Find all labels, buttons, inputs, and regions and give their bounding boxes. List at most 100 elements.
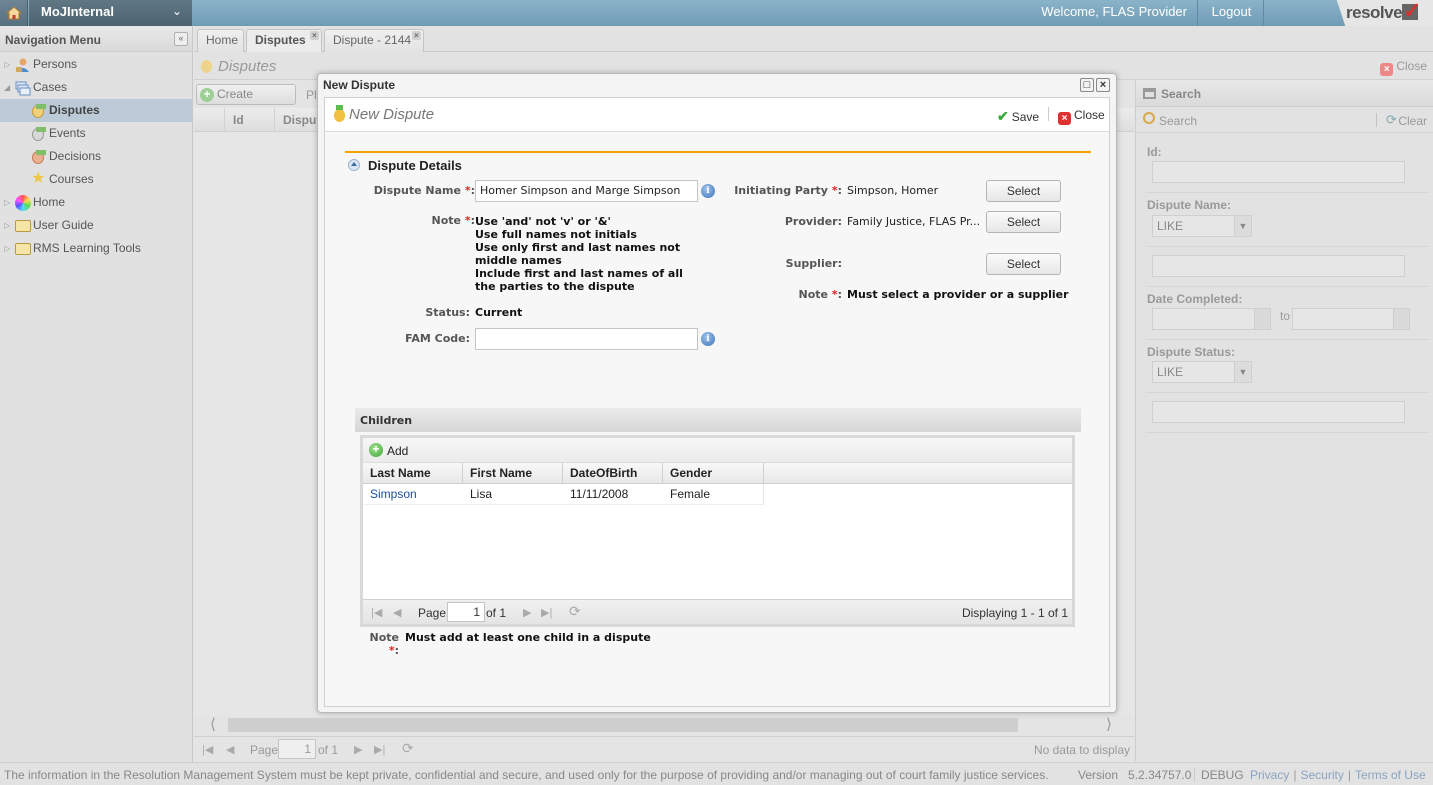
panel-close-button[interactable]: × Close bbox=[1380, 59, 1427, 76]
sidebar-item-cases[interactable]: ◢ Cases bbox=[0, 76, 192, 99]
logout-link[interactable]: Logout bbox=[1200, 0, 1264, 26]
scrollbar-thumb[interactable] bbox=[228, 718, 1018, 732]
expand-arrow-icon[interactable]: ▷ bbox=[4, 191, 14, 214]
first-page-icon[interactable]: |◀ bbox=[371, 606, 382, 619]
required-marker: * bbox=[831, 184, 838, 197]
collapse-section-icon[interactable] bbox=[348, 159, 360, 171]
sidebar-item-courses[interactable]: ★ Courses bbox=[0, 168, 192, 191]
selected-operator: LIKE bbox=[1157, 365, 1184, 379]
children-note-label: Note *: bbox=[369, 631, 399, 657]
last-page-icon[interactable]: ▶| bbox=[541, 606, 552, 619]
medal-gold-icon bbox=[32, 104, 46, 118]
save-button[interactable]: ✔ Save bbox=[997, 108, 1039, 125]
fam-code-input[interactable] bbox=[475, 328, 698, 350]
select-supplier-button[interactable]: Select bbox=[986, 253, 1061, 275]
sidebar-item-persons[interactable]: ▷ Persons bbox=[0, 53, 192, 76]
label-text: Note bbox=[369, 631, 399, 644]
page-number-input[interactable]: 1 bbox=[447, 602, 485, 622]
dispute-name-input[interactable]: Homer Simpson and Marge Simpson bbox=[475, 180, 698, 202]
divider bbox=[1146, 286, 1429, 287]
dispute-name-input[interactable] bbox=[1152, 255, 1405, 277]
collapse-sidebar-button[interactable]: « bbox=[174, 32, 188, 46]
sidebar-item-decisions[interactable]: Decisions bbox=[0, 145, 192, 168]
toolbar-text: Pl bbox=[306, 88, 317, 102]
terms-link[interactable]: Terms of Use bbox=[1355, 768, 1426, 782]
security-link[interactable]: Security bbox=[1300, 768, 1343, 782]
date-to-input[interactable] bbox=[1292, 308, 1410, 330]
dispute-name-operator-select[interactable]: LIKE ▼ bbox=[1152, 215, 1252, 237]
previous-page-icon[interactable]: ◀ bbox=[226, 743, 234, 756]
page-number-input[interactable]: 1 bbox=[278, 739, 316, 759]
dispute-status-input[interactable] bbox=[1152, 401, 1405, 423]
tab-strip: Home Disputes × Dispute - 2144 × bbox=[194, 26, 1433, 52]
app-switcher[interactable]: MoJInternal ⌄ bbox=[29, 0, 192, 26]
chevron-down-icon[interactable]: ▼ bbox=[1234, 362, 1251, 382]
search-panel-header: Search bbox=[1136, 80, 1433, 107]
add-child-button[interactable]: Add bbox=[387, 444, 408, 458]
previous-page-icon[interactable]: ◀ bbox=[393, 606, 401, 619]
horizontal-scrollbar[interactable]: ⟨ ⟩ bbox=[194, 716, 1134, 734]
search-button[interactable]: Search bbox=[1159, 114, 1197, 128]
status-value: Current bbox=[475, 306, 523, 319]
expand-arrow-icon[interactable]: ▷ bbox=[4, 214, 14, 237]
resolve-logo: resolve bbox=[1336, 0, 1433, 26]
column-header-date-of-birth[interactable]: DateOfBirth bbox=[563, 463, 663, 484]
sidebar-item-user-guide[interactable]: ▷ User Guide bbox=[0, 214, 192, 237]
expand-arrow-icon[interactable]: ▷ bbox=[4, 237, 14, 260]
page-of-label: of 1 bbox=[318, 743, 339, 757]
calendar-icon[interactable] bbox=[1393, 309, 1409, 329]
scroll-right-icon[interactable]: ⟩ bbox=[1106, 716, 1112, 734]
tab-home[interactable]: Home bbox=[197, 29, 244, 52]
debug-badge: DEBUG bbox=[1194, 768, 1244, 782]
collapse-arrow-icon[interactable]: ◢ bbox=[4, 76, 14, 99]
id-input[interactable] bbox=[1152, 161, 1405, 183]
sidebar-item-events[interactable]: Events bbox=[0, 122, 192, 145]
home-button[interactable] bbox=[0, 0, 28, 26]
column-header-last-name[interactable]: Last Name bbox=[363, 463, 463, 484]
sidebar-item-rms-learning-tools[interactable]: ▷ RMS Learning Tools bbox=[0, 237, 192, 260]
privacy-link[interactable]: Privacy bbox=[1250, 768, 1289, 782]
column-header-gender[interactable]: Gender bbox=[663, 463, 764, 484]
date-from-input[interactable] bbox=[1152, 308, 1271, 330]
close-icon[interactable]: × bbox=[1096, 78, 1110, 92]
cell-date-of-birth: 11/11/2008 bbox=[570, 487, 629, 501]
refresh-icon[interactable]: ⟳ bbox=[569, 603, 581, 620]
table-row[interactable]: Simpson Lisa 11/11/2008 Female bbox=[363, 484, 764, 505]
initiating-party-label: Initiating Party *: bbox=[734, 184, 842, 197]
last-page-icon[interactable]: ▶| bbox=[374, 743, 385, 756]
refresh-icon[interactable]: ⟳ bbox=[402, 740, 414, 757]
info-icon[interactable]: i bbox=[701, 332, 715, 346]
chevron-down-icon[interactable]: ▼ bbox=[1234, 216, 1251, 236]
app-name: MoJInternal bbox=[41, 4, 114, 19]
sidebar-item-label: Cases bbox=[33, 80, 68, 94]
first-page-icon[interactable]: |◀ bbox=[202, 743, 213, 756]
tab-dispute-2144[interactable]: Dispute - 2144 × bbox=[324, 29, 424, 52]
column-header-first-name[interactable]: First Name bbox=[463, 463, 563, 484]
close-tab-icon[interactable]: × bbox=[412, 31, 421, 40]
close-tab-icon[interactable]: × bbox=[310, 31, 319, 40]
tab-disputes[interactable]: Disputes × bbox=[246, 29, 322, 52]
select-initiating-party-button[interactable]: Select bbox=[986, 180, 1061, 202]
next-page-icon[interactable]: ▶ bbox=[523, 606, 531, 619]
calendar-icon[interactable] bbox=[1254, 309, 1270, 329]
medal-gold-icon bbox=[201, 60, 212, 73]
expand-arrow-icon[interactable]: ▷ bbox=[4, 53, 14, 76]
section-divider bbox=[345, 151, 1091, 153]
select-provider-button[interactable]: Select bbox=[986, 211, 1061, 233]
checkmark-logo-icon bbox=[1402, 0, 1421, 24]
clear-button[interactable]: Clear bbox=[1398, 114, 1427, 128]
close-button[interactable]: × Close bbox=[1058, 108, 1105, 125]
create-dispute-button[interactable]: + Create Dispute bbox=[196, 84, 296, 120]
required-marker: * bbox=[831, 288, 838, 301]
dispute-status-operator-select[interactable]: LIKE ▼ bbox=[1152, 361, 1252, 383]
maximize-icon[interactable]: □ bbox=[1080, 78, 1094, 92]
sidebar-item-disputes[interactable]: Disputes bbox=[0, 99, 192, 122]
next-page-icon[interactable]: ▶ bbox=[354, 743, 362, 756]
column-header-id[interactable]: Id bbox=[224, 108, 274, 132]
cell-last-name[interactable]: Simpson bbox=[363, 484, 417, 505]
sidebar-item-home[interactable]: ▷ Home bbox=[0, 191, 192, 214]
info-icon[interactable]: i bbox=[701, 184, 715, 198]
scroll-left-icon[interactable]: ⟨ bbox=[210, 716, 216, 734]
medal-silver-icon bbox=[32, 127, 46, 141]
section-header[interactable]: Dispute Details bbox=[348, 158, 462, 173]
